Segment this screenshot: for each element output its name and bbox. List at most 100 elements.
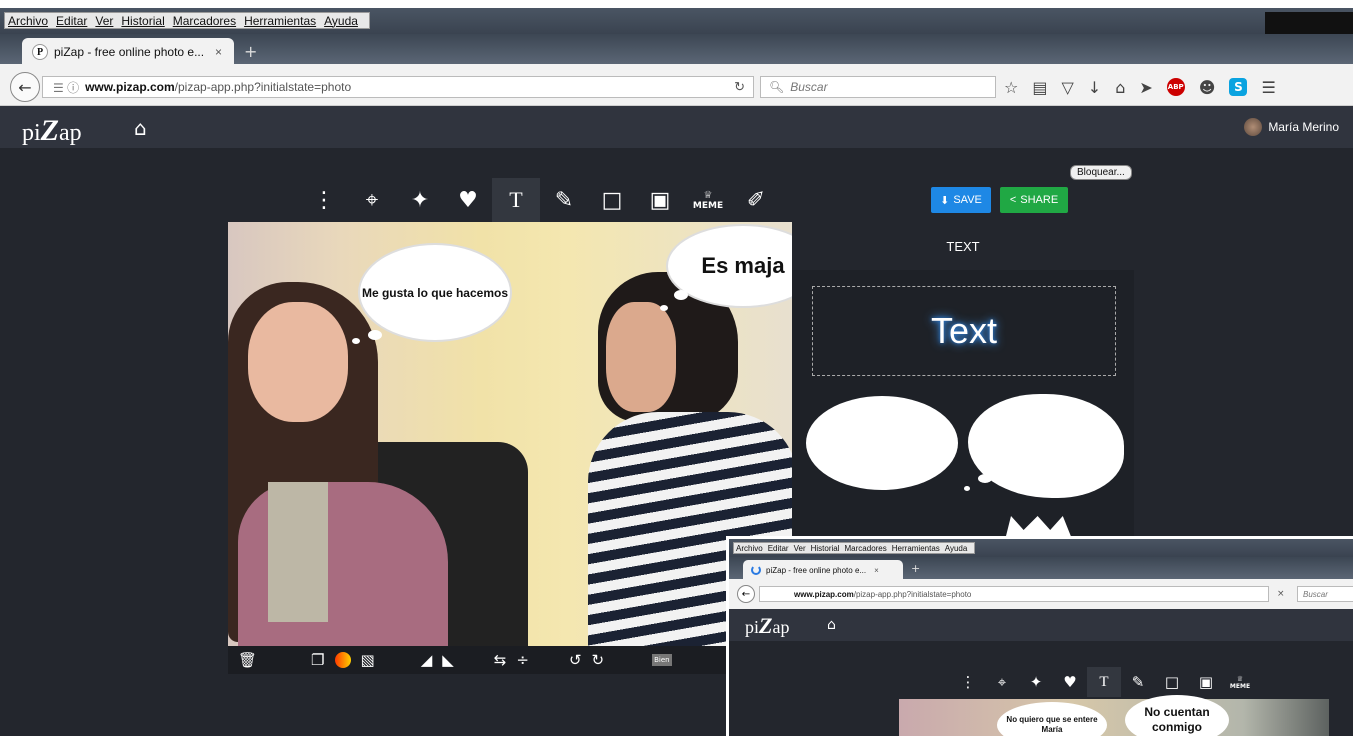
border-frame-icon[interactable]: □: [588, 178, 636, 222]
bubble-1-tail-dot: [368, 330, 382, 340]
inset-editor-toolbar: ⋮ ⌖ ✦ ♥ T ✎ □ ▣ ♕ MEME: [951, 667, 1257, 697]
text-tool-icon[interactable]: T: [492, 178, 540, 222]
new-tab-button[interactable]: +: [244, 42, 257, 61]
inset-address-bar[interactable]: www.pizap.com/pizap-app.php?initialstate…: [759, 586, 1269, 602]
crop-icon[interactable]: ⌖: [348, 178, 396, 222]
home-icon[interactable]: ⌂: [1115, 78, 1125, 97]
chat-icon[interactable]: ☻: [1199, 78, 1216, 97]
inset-menu-ver[interactable]: Ver: [794, 544, 806, 553]
oval-bubble-option[interactable]: [806, 396, 958, 490]
send-icon[interactable]: ➤: [1139, 78, 1152, 97]
share-button[interactable]: < SHARE: [1000, 187, 1068, 213]
inset-border-icon[interactable]: □: [1155, 667, 1189, 697]
inset-menu-editar[interactable]: Editar: [768, 544, 789, 553]
inset-menu-historial[interactable]: Historial: [811, 544, 840, 553]
tab-bar: P piZap - free online photo e... × +: [0, 34, 1353, 66]
paint-brush-icon[interactable]: ✐: [732, 178, 780, 222]
text-style-sample[interactable]: Text: [812, 286, 1116, 376]
menu-herramientas[interactable]: Herramientas: [244, 14, 316, 28]
inset-menu-ayuda[interactable]: Ayuda: [945, 544, 968, 553]
inset-home-icon[interactable]: ⌂: [827, 617, 836, 633]
copy-icon[interactable]: ❐: [311, 651, 324, 669]
inset-tab[interactable]: piZap - free online photo e... ×: [743, 560, 903, 580]
meme-icon[interactable]: ♕ MEME: [684, 178, 732, 222]
back-button[interactable]: ←: [10, 72, 40, 102]
share-label: SHARE: [1020, 194, 1059, 206]
menu-historial[interactable]: Historial: [121, 14, 164, 28]
inset-draw-icon[interactable]: ✎: [1121, 667, 1155, 697]
inset-search-input[interactable]: Buscar: [1297, 586, 1353, 602]
menu-ayuda[interactable]: Ayuda: [324, 14, 358, 28]
speech-bubble-1[interactable]: Me gusta lo que hacemos: [360, 245, 510, 340]
logo-z: Z: [40, 114, 59, 147]
inset-add-photo-icon[interactable]: ▣: [1189, 667, 1223, 697]
add-photo-icon[interactable]: ▣: [636, 178, 684, 222]
search-icon: 🔍︎: [769, 80, 785, 94]
home-icon[interactable]: ⌂: [134, 116, 147, 140]
opacity-icon[interactable]: ▧: [361, 651, 375, 669]
inset-menu-herramientas[interactable]: Herramientas: [892, 544, 940, 553]
pizap-logo[interactable]: piZap: [22, 114, 82, 148]
inset-crop-icon[interactable]: ⌖: [985, 667, 1019, 697]
inset-back-icon[interactable]: ←: [737, 585, 755, 603]
rotate-left-icon[interactable]: ↺: [569, 651, 582, 669]
tab-pizap[interactable]: P piZap - free online photo e... ×: [22, 38, 234, 66]
logo-ap: ap: [59, 120, 82, 146]
draw-icon[interactable]: ✎: [540, 178, 588, 222]
tab-close-button[interactable]: ×: [215, 45, 222, 59]
save-button[interactable]: ⬇ SAVE: [931, 187, 991, 213]
inset-menu-box: Archivo Editar Ver Historial Marcadores …: [733, 542, 976, 554]
menu-archivo[interactable]: Archivo: [8, 14, 48, 28]
inset-menu-archivo[interactable]: Archivo: [736, 544, 763, 553]
user-menu[interactable]: María Merino: [1244, 118, 1339, 136]
cloud-bubble-option[interactable]: [968, 394, 1124, 498]
flip-vertical-icon[interactable]: ÷: [516, 651, 529, 669]
download-icon[interactable]: ↓: [1088, 78, 1101, 97]
menu-ver[interactable]: Ver: [95, 14, 113, 28]
inset-pizap-logo[interactable]: piZap: [745, 613, 789, 639]
color-picker-icon[interactable]: [334, 652, 351, 668]
adblock-plus-icon[interactable]: ABP: [1166, 78, 1185, 96]
inset-tab-bar: piZap - free online photo e... × +: [729, 557, 1353, 580]
trash-icon[interactable]: 🗑︎: [238, 651, 257, 669]
cloud-tail-dot-small: [964, 486, 970, 491]
inset-logo-pi: pi: [745, 617, 760, 637]
flip-horizontal-icon[interactable]: ⇆: [494, 651, 507, 669]
bloquear-tooltip[interactable]: Bloquear...: [1070, 165, 1132, 180]
hamburger-menu-icon[interactable]: ☰: [1261, 78, 1275, 97]
inset-new-tab-button[interactable]: +: [911, 562, 920, 575]
send-backward-icon[interactable]: ◣: [442, 651, 454, 669]
inset-photo: [899, 699, 1329, 736]
inset-magic-wand-icon[interactable]: ✦: [1019, 667, 1053, 697]
inset-meme-icon[interactable]: ♕ MEME: [1223, 667, 1257, 697]
reload-icon[interactable]: ↻: [734, 79, 745, 95]
menu-marcadores[interactable]: Marcadores: [173, 14, 236, 28]
download-save-icon: ⬇: [940, 194, 950, 207]
inset-heart-icon[interactable]: ♥: [1053, 667, 1087, 697]
more-options-icon[interactable]: ⋮: [300, 178, 348, 222]
rotate-right-icon[interactable]: ↻: [592, 651, 605, 669]
inset-logo-z: Z: [759, 613, 773, 638]
inset-menu-marcadores[interactable]: Marcadores: [845, 544, 887, 553]
inset-tab-close-button[interactable]: ×: [874, 566, 879, 575]
inset-menu-bar: Archivo Editar Ver Historial Marcadores …: [729, 539, 1353, 557]
bring-forward-icon[interactable]: ◢: [421, 651, 433, 669]
site-info-icon[interactable]: ☰ ⓘ: [53, 79, 79, 96]
bookmark-star-icon[interactable]: ☆: [1004, 78, 1018, 97]
pocket-icon[interactable]: ▽: [1061, 78, 1073, 97]
address-bar[interactable]: ☰ ⓘ www.pizap.com /pizap-app.php?initial…: [42, 76, 754, 98]
inset-clear-icon[interactable]: ×: [1277, 589, 1285, 599]
skype-icon[interactable]: S: [1229, 78, 1248, 96]
magic-wand-icon[interactable]: ✦: [396, 178, 444, 222]
inset-more-options-icon[interactable]: ⋮: [951, 667, 985, 697]
text-tool-label: T: [509, 187, 523, 212]
heart-stickers-icon[interactable]: ♥: [444, 178, 492, 222]
reading-list-icon[interactable]: ▤: [1032, 78, 1047, 97]
inset-text-tool-label: T: [1099, 673, 1109, 690]
inset-text-tool-icon[interactable]: T: [1087, 667, 1121, 697]
toolbar-icons: ☆ ▤ ▽ ↓ ⌂ ➤ ABP ☻ S ☰: [1004, 78, 1276, 97]
menu-editar[interactable]: Editar: [56, 14, 87, 28]
loading-spinner-icon: [751, 565, 761, 575]
search-input[interactable]: 🔍︎ Buscar: [760, 76, 996, 98]
photo-bottom-toolbar: 🗑︎ ❐ ▧ ◢ ◣ ⇆ ÷ ↺ ↻ Bien: [228, 646, 792, 674]
